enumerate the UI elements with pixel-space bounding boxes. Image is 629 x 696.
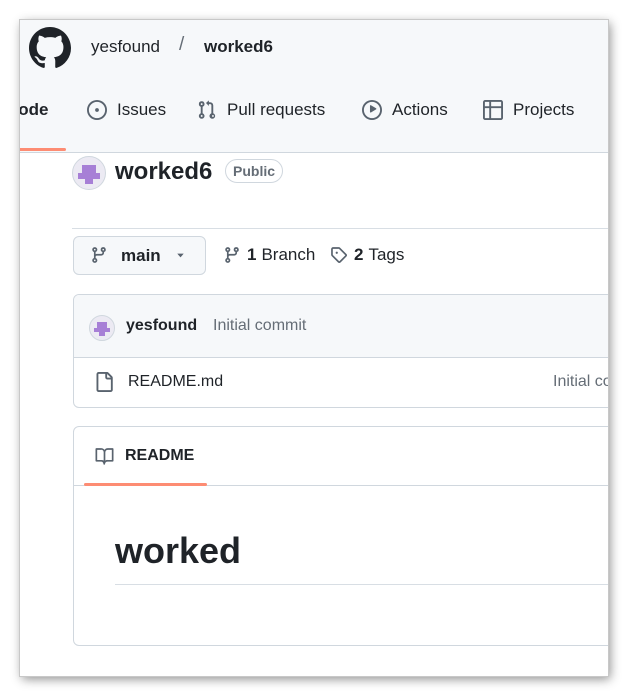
file-name-link[interactable]: README.md [128,373,223,391]
github-logo-icon[interactable] [29,27,71,69]
tab-issues-label: Issues [117,100,167,119]
tag-icon [331,247,347,263]
readme-heading-divider [115,584,608,585]
tab-code-selected-indicator [20,148,66,151]
commit-author-link[interactable]: yesfound [126,317,197,335]
current-branch-label: main [121,246,161,265]
issue-opened-icon [87,100,107,120]
file-commit-message-link[interactable]: Initial commit [553,373,608,391]
browser-frame: yesfound / worked6 Code Issues Pull requ… [20,20,608,676]
tab-code-label: Code [20,100,49,119]
readme-tab-bar: README [74,427,608,486]
book-icon [95,448,114,465]
tab-issues[interactable]: Issues [87,95,166,125]
tab-actions-label: Actions [392,100,448,119]
readme-heading: worked [115,530,242,571]
branch-select-button[interactable]: main [73,236,206,275]
branches-link[interactable]: 1 Branch [223,245,315,265]
tab-projects[interactable]: Projects [483,95,574,125]
visibility-badge: Public [225,159,284,183]
repo-owner-avatar[interactable] [72,156,106,190]
triangle-down-icon [177,253,184,258]
commit-message-link[interactable]: Initial commit [213,317,306,335]
tab-projects-label: Projects [513,100,575,119]
identicon-icon [94,322,110,336]
tab-pull-requests[interactable]: Pull requests [197,95,325,125]
git-branch-icon [92,247,106,263]
breadcrumb-repo-link[interactable]: worked6 [204,37,273,57]
file-browser: yesfound Initial commit README.md Initia… [73,294,608,408]
readme-tab-selected-indicator [84,483,207,486]
identicon-icon [78,165,100,184]
readme-panel: README worked [73,426,608,646]
branch-toolbar: main 1 Branch 2 Tags [72,236,608,276]
git-pull-request-icon [198,100,216,119]
tab-pull-requests-label: Pull requests [227,100,326,119]
branch-count: 1 [247,245,257,264]
git-branch-icon [225,247,239,263]
repo-name-link[interactable]: worked6 [115,158,212,186]
breadcrumb-separator: / [179,34,185,55]
commit-author-avatar[interactable] [89,315,115,341]
repo-nav-tabs: Code Issues Pull requests Actions Projec… [20,82,608,152]
tag-word: Tags [368,245,405,264]
tab-readme[interactable]: README [94,447,194,465]
latest-commit-bar: yesfound Initial commit [74,295,608,358]
tag-count: 2 [354,245,364,264]
branch-word: Branch [261,245,316,264]
table-row[interactable]: README.md Initial commit [74,358,608,406]
tags-link[interactable]: 2 Tags [330,245,404,265]
tab-code[interactable]: Code [20,95,49,125]
table-icon [483,100,503,120]
readme-tab-label: README [125,447,195,464]
file-icon [96,372,113,392]
repo-title-section: worked6 Public [72,154,608,229]
tab-actions[interactable]: Actions [362,95,448,125]
play-icon [362,100,382,120]
repo-header: yesfound / worked6 Code Issues Pull requ… [20,20,608,153]
breadcrumb-owner-link[interactable]: yesfound [91,37,160,57]
